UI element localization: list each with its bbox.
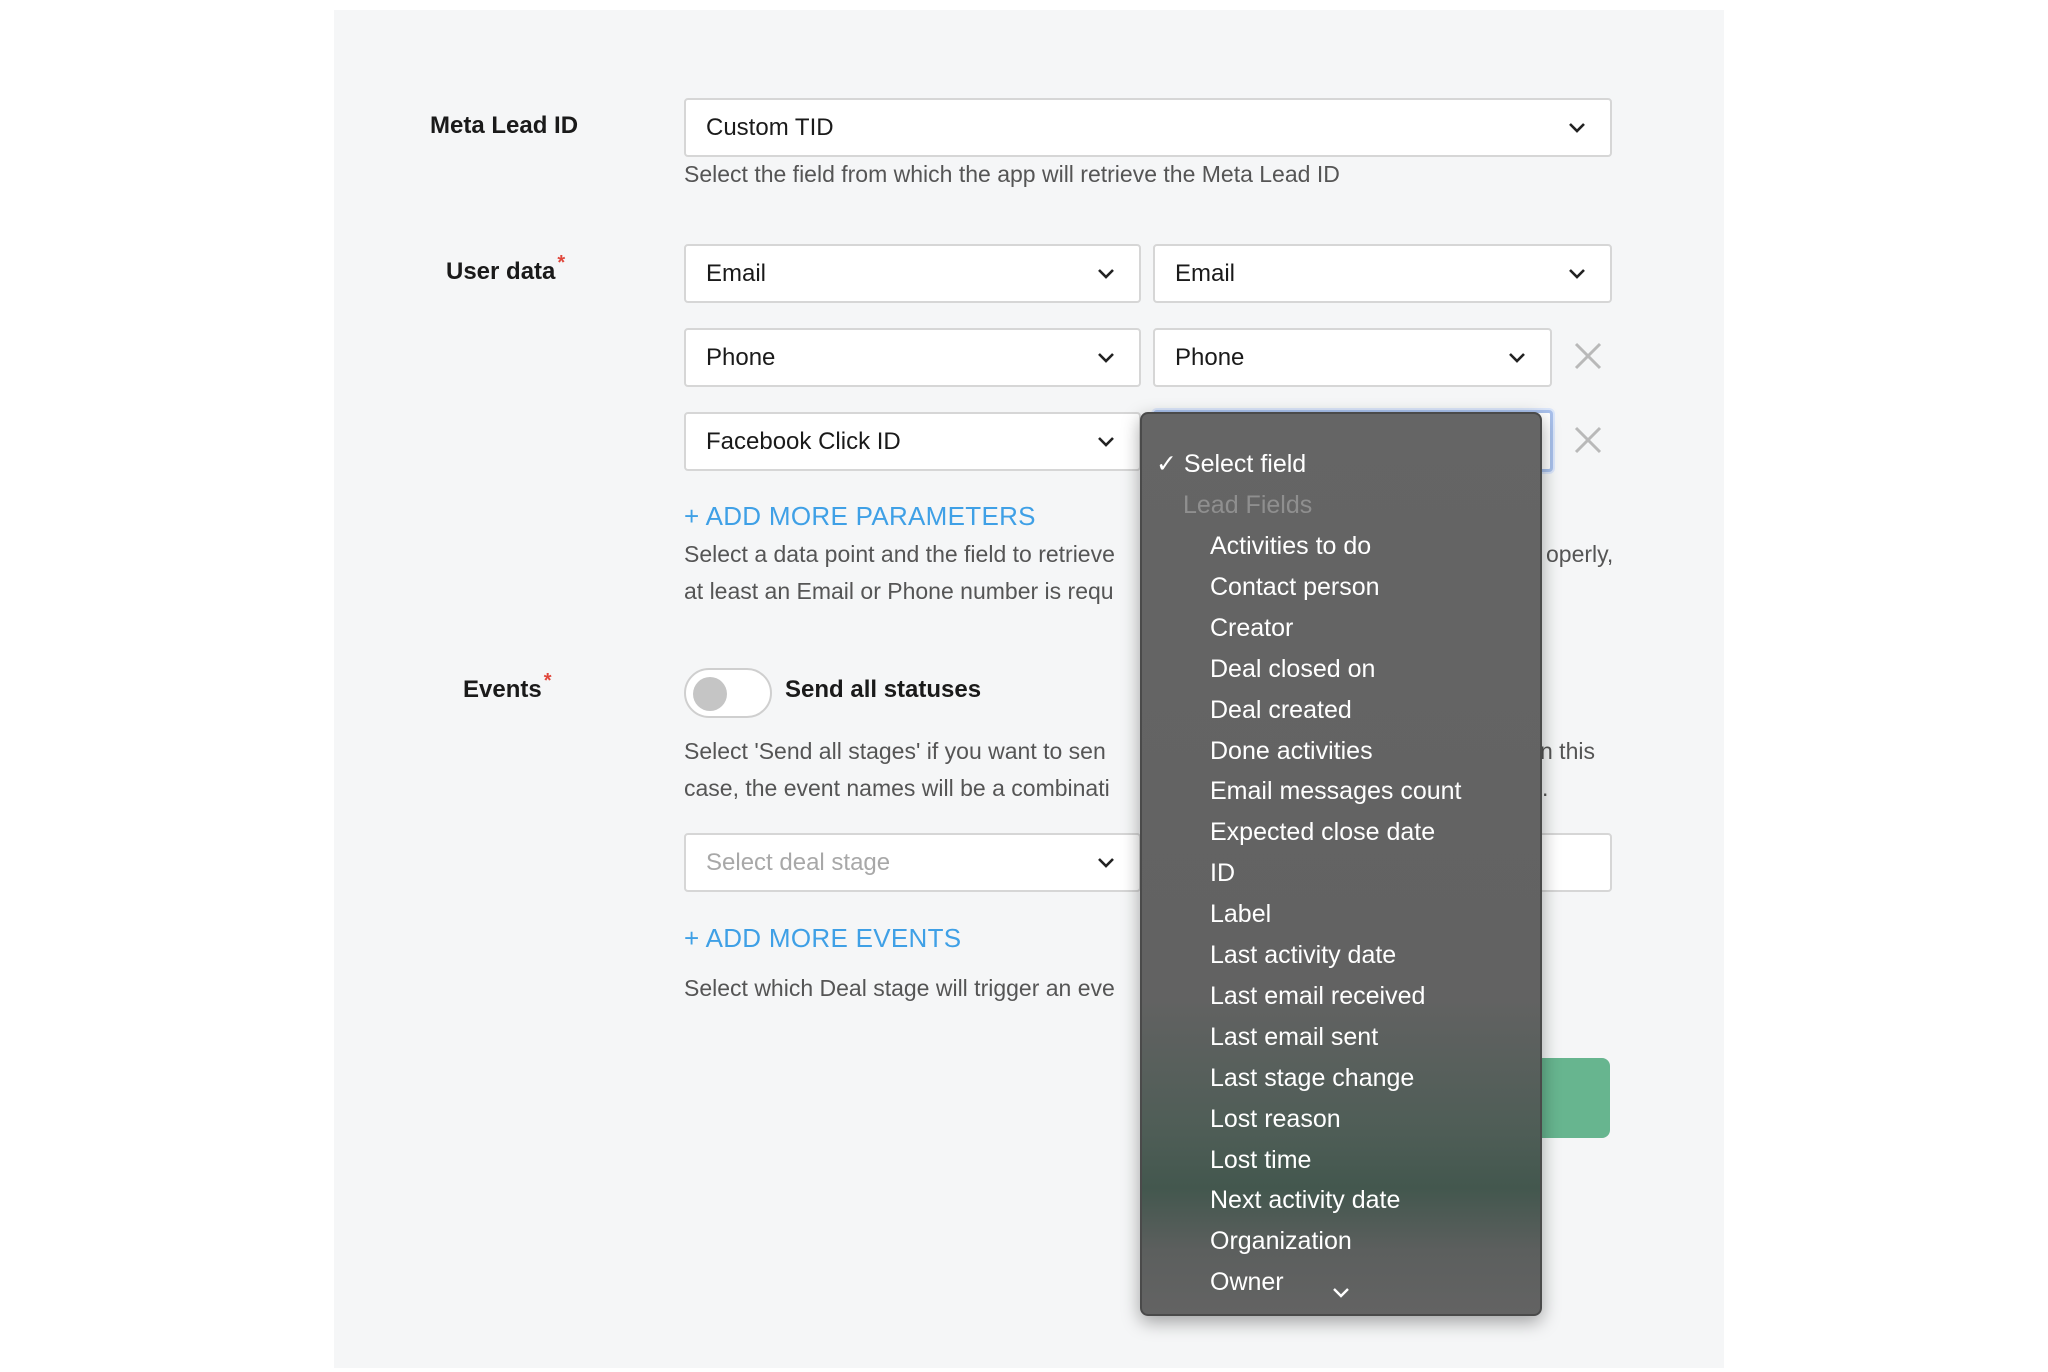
send-all-statuses-label: Send all statuses	[785, 676, 982, 703]
user-data-source-value: Facebook Click ID	[706, 427, 901, 455]
events-help-line-2: case, the event names will be a combinat…	[684, 775, 1110, 801]
dropdown-option[interactable]: Label	[1142, 894, 1540, 935]
dropdown-option[interactable]: Deal closed on	[1142, 649, 1540, 690]
dropdown-option[interactable]: Lost time	[1142, 1140, 1540, 1181]
meta-lead-id-help: Select the field from which the app will…	[684, 161, 1340, 187]
dropdown-group-label: Lead Fields	[1183, 491, 1313, 519]
user-data-field-value: Phone	[1175, 343, 1245, 371]
chevron-down-icon	[1098, 857, 1114, 868]
events-help-bottom: Select which Deal stage will trigger an …	[684, 975, 1115, 1001]
dropdown-option[interactable]: Lost reason	[1142, 1099, 1540, 1140]
dropdown-option[interactable]: Expected close date	[1142, 812, 1540, 853]
required-mark: *	[543, 670, 552, 692]
meta-lead-id-label: Meta Lead ID	[430, 112, 579, 139]
add-more-events-link[interactable]: + ADD MORE EVENTS	[684, 923, 961, 954]
dropdown-option[interactable]: Email messages count	[1142, 771, 1540, 812]
add-more-parameters-link[interactable]: + ADD MORE PARAMETERS	[684, 501, 1036, 532]
dropdown-option[interactable]: Last stage change	[1142, 1058, 1540, 1099]
deal-stage-placeholder: Select deal stage	[706, 848, 891, 876]
dropdown-option[interactable]: Last activity date	[1142, 935, 1540, 976]
chevron-down-icon	[1569, 268, 1585, 279]
meta-lead-id-value: Custom TID	[706, 113, 834, 141]
dropdown-option[interactable]: Organization	[1142, 1221, 1540, 1262]
user-data-field-value: Email	[1175, 259, 1236, 287]
events-label-text: Events	[463, 676, 542, 703]
user-data-source-select-2[interactable]: Phone	[684, 328, 1141, 387]
chevron-down-icon	[1509, 352, 1525, 363]
remove-row-icon[interactable]	[1573, 341, 1603, 371]
dropdown-option[interactable]: ID	[1142, 853, 1540, 894]
dropdown-option[interactable]: Creator	[1142, 608, 1540, 649]
user-data-field-select-1[interactable]: Email	[1153, 244, 1612, 303]
user-data-help-line-1: Select a data point and the field to ret…	[684, 541, 1115, 567]
user-data-help-line-2: at least an Email or Phone number is req…	[684, 578, 1114, 604]
dropdown-option[interactable]: Activities to do	[1142, 526, 1540, 567]
scroll-down-chevron-icon[interactable]	[1331, 1286, 1351, 1300]
send-all-statuses-toggle[interactable]	[684, 668, 772, 718]
toggle-knob	[693, 677, 727, 711]
user-data-source-value: Email	[706, 259, 767, 287]
dropdown-option[interactable]: Last email received	[1142, 976, 1540, 1017]
dropdown-option-selected[interactable]: ✓ Select field	[1142, 444, 1540, 485]
events-label: Events *	[463, 670, 552, 704]
user-data-label: User data *	[446, 252, 565, 286]
chevron-down-icon	[1569, 122, 1585, 133]
user-data-source-select-1[interactable]: Email	[684, 244, 1141, 303]
field-dropdown-menu[interactable]: ✓ Select field Lead Fields Activities to…	[1140, 412, 1542, 1316]
events-help-line-1-tail: n this	[1540, 738, 1595, 764]
chevron-down-icon	[1098, 436, 1114, 447]
dropdown-option[interactable]: Next activity date	[1142, 1180, 1540, 1221]
user-data-help-line-1-tail: operly,	[1546, 541, 1614, 567]
chevron-down-icon	[1098, 352, 1114, 363]
dropdown-option[interactable]: Last email sent	[1142, 1017, 1540, 1058]
user-data-label-text: User data	[446, 258, 556, 285]
dropdown-option[interactable]: Deal created	[1142, 690, 1540, 731]
remove-row-icon[interactable]	[1573, 425, 1603, 455]
required-mark: *	[557, 252, 566, 274]
dropdown-option[interactable]: Contact person	[1142, 567, 1540, 608]
events-help-line-2-tail: .	[1542, 775, 1549, 801]
chevron-down-icon	[1098, 268, 1114, 279]
user-data-source-value: Phone	[706, 343, 776, 371]
deal-stage-select[interactable]: Select deal stage	[684, 833, 1141, 892]
events-help-line-1: Select 'Send all stages' if you want to …	[684, 738, 1106, 764]
dropdown-option[interactable]: Done activities	[1142, 731, 1540, 772]
meta-lead-id-select[interactable]: Custom TID	[684, 98, 1612, 157]
user-data-source-select-3[interactable]: Facebook Click ID	[684, 412, 1141, 471]
user-data-field-select-2[interactable]: Phone	[1153, 328, 1552, 387]
